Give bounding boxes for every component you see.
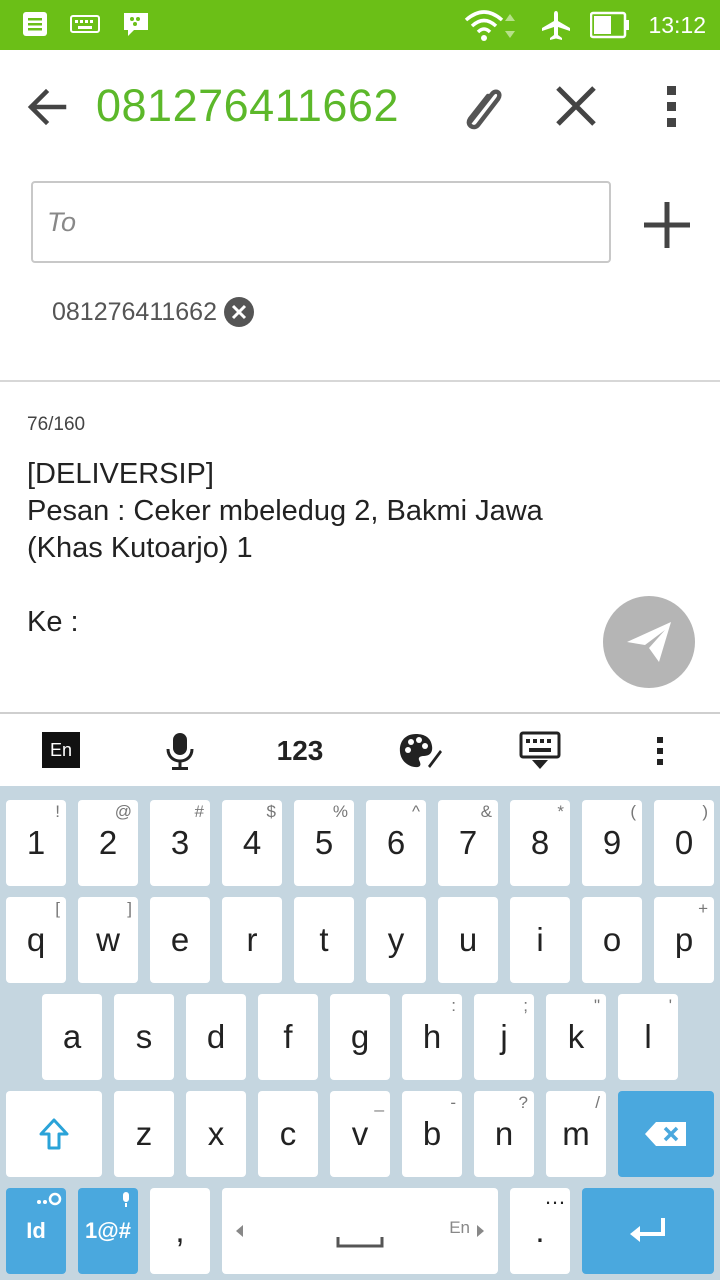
key-k[interactable]: k " bbox=[546, 994, 606, 1080]
bbm-notification-icon bbox=[124, 13, 148, 36]
recipient-chip: 081276411662 bbox=[52, 296, 255, 328]
key-7[interactable]: 7 & bbox=[438, 800, 498, 886]
hide-keyboard-button[interactable] bbox=[516, 714, 564, 788]
send-button[interactable] bbox=[603, 596, 695, 688]
key-b[interactable]: b- bbox=[402, 1091, 462, 1177]
key-h[interactable]: h: bbox=[402, 994, 462, 1080]
app-bar: 081276411662 bbox=[0, 50, 720, 162]
key-8[interactable]: 8 * bbox=[510, 800, 570, 886]
wifi-icon bbox=[465, 10, 516, 41]
keyboard-toolbar: En 123 bbox=[0, 712, 720, 786]
key-z[interactable]: z bbox=[114, 1091, 174, 1177]
key-l[interactable]: l ' bbox=[618, 994, 678, 1080]
send-icon bbox=[627, 622, 671, 662]
key-x[interactable]: x bbox=[186, 1091, 246, 1177]
clock: 13:12 bbox=[648, 11, 706, 38]
space-key[interactable]: En bbox=[222, 1188, 498, 1274]
key-g[interactable]: g bbox=[330, 994, 390, 1080]
comma-key[interactable]: , bbox=[150, 1188, 210, 1274]
key-u[interactable]: u bbox=[438, 897, 498, 983]
key-c[interactable]: c bbox=[258, 1091, 318, 1177]
recipient-placeholder: To bbox=[47, 206, 77, 237]
key-m[interactable]: m / bbox=[546, 1091, 606, 1177]
key-q[interactable]: q[ bbox=[6, 897, 66, 983]
airplane-mode-icon bbox=[542, 11, 571, 40]
key-y[interactable]: y bbox=[366, 897, 426, 983]
key-a[interactable]: a bbox=[42, 994, 102, 1080]
divider bbox=[0, 380, 720, 382]
microphone-icon bbox=[166, 733, 194, 770]
space-language-label: En bbox=[449, 1218, 470, 1237]
remove-recipient-icon[interactable] bbox=[223, 296, 255, 328]
key-2[interactable]: 2 @ bbox=[78, 800, 138, 886]
more-vertical-icon bbox=[657, 737, 663, 765]
character-counter: 76/160 bbox=[27, 414, 86, 435]
symbols-key[interactable]: 1@# bbox=[78, 1188, 138, 1274]
spacebar-icon bbox=[336, 1237, 384, 1248]
key-5[interactable]: 5% bbox=[294, 800, 354, 886]
key-0[interactable]: 0) bbox=[654, 800, 714, 886]
chevron-left-icon bbox=[236, 1225, 243, 1237]
add-contact-icon[interactable] bbox=[640, 198, 694, 252]
key-n[interactable]: n? bbox=[474, 1091, 534, 1177]
battery-icon bbox=[590, 11, 630, 39]
key-e[interactable]: e bbox=[150, 897, 210, 983]
key-6[interactable]: 6 ^ bbox=[366, 800, 426, 886]
enter-key[interactable] bbox=[582, 1188, 714, 1274]
mic-small-icon bbox=[123, 1192, 129, 1207]
key-r[interactable]: r bbox=[222, 897, 282, 983]
backspace-key[interactable] bbox=[618, 1091, 714, 1177]
key-d[interactable]: d bbox=[186, 994, 246, 1080]
key-i[interactable]: i bbox=[510, 897, 570, 983]
key-1[interactable]: 1! bbox=[6, 800, 66, 886]
keyboard-hide-icon bbox=[519, 731, 561, 769]
key-s[interactable]: s bbox=[114, 994, 174, 1080]
theme-button[interactable] bbox=[396, 714, 446, 788]
conversation-title: 081276411662 bbox=[96, 80, 399, 131]
key-9[interactable]: 9( bbox=[582, 800, 642, 886]
status-bar: 13:12 bbox=[0, 0, 720, 50]
shift-key[interactable] bbox=[6, 1091, 102, 1177]
period-key[interactable]: .… bbox=[510, 1184, 570, 1274]
palette-icon bbox=[399, 734, 442, 768]
key-4[interactable]: 4 $ bbox=[222, 800, 282, 886]
notes-notification-icon bbox=[23, 12, 47, 36]
voice-input-button[interactable] bbox=[158, 714, 202, 788]
keyboard-overflow-button[interactable] bbox=[645, 714, 675, 788]
key-t[interactable]: t bbox=[294, 897, 354, 983]
enter-icon bbox=[630, 1218, 665, 1242]
key-v[interactable]: v _ bbox=[330, 1091, 390, 1177]
key-w[interactable]: w] bbox=[78, 897, 138, 983]
backspace-icon bbox=[645, 1122, 686, 1146]
keyboard: 1! 2 @ 3 # 4 $ 5% 6 ^ 7 & 8 * 9( 0) q[ w] e r … bbox=[0, 786, 720, 1280]
key-o[interactable]: o bbox=[582, 897, 642, 983]
shift-icon bbox=[39, 1118, 69, 1150]
settings-dots-icon bbox=[37, 1192, 62, 1206]
close-icon[interactable] bbox=[552, 82, 600, 130]
key-3[interactable]: 3 # bbox=[150, 800, 210, 886]
numbers-button[interactable]: 123 bbox=[270, 714, 330, 788]
language-switch-key[interactable]: Id bbox=[6, 1188, 66, 1274]
key-f[interactable]: f bbox=[258, 994, 318, 1080]
back-arrow-icon[interactable] bbox=[24, 84, 70, 130]
message-input[interactable]: [DELIVERSIP] Pesan : Ceker mbeledug 2, B… bbox=[27, 456, 607, 641]
key-j[interactable]: j; bbox=[474, 994, 534, 1080]
keyboard-language-button[interactable]: En bbox=[42, 732, 80, 768]
paperclip-icon[interactable] bbox=[456, 80, 506, 134]
chevron-right-icon bbox=[477, 1225, 484, 1237]
key-p[interactable]: p + bbox=[654, 897, 714, 983]
recipient-input[interactable]: To bbox=[31, 181, 611, 263]
overflow-menu-icon[interactable] bbox=[652, 84, 692, 130]
recipient-chip-label: 081276411662 bbox=[52, 297, 217, 326]
keyboard-notification-icon bbox=[70, 15, 100, 33]
